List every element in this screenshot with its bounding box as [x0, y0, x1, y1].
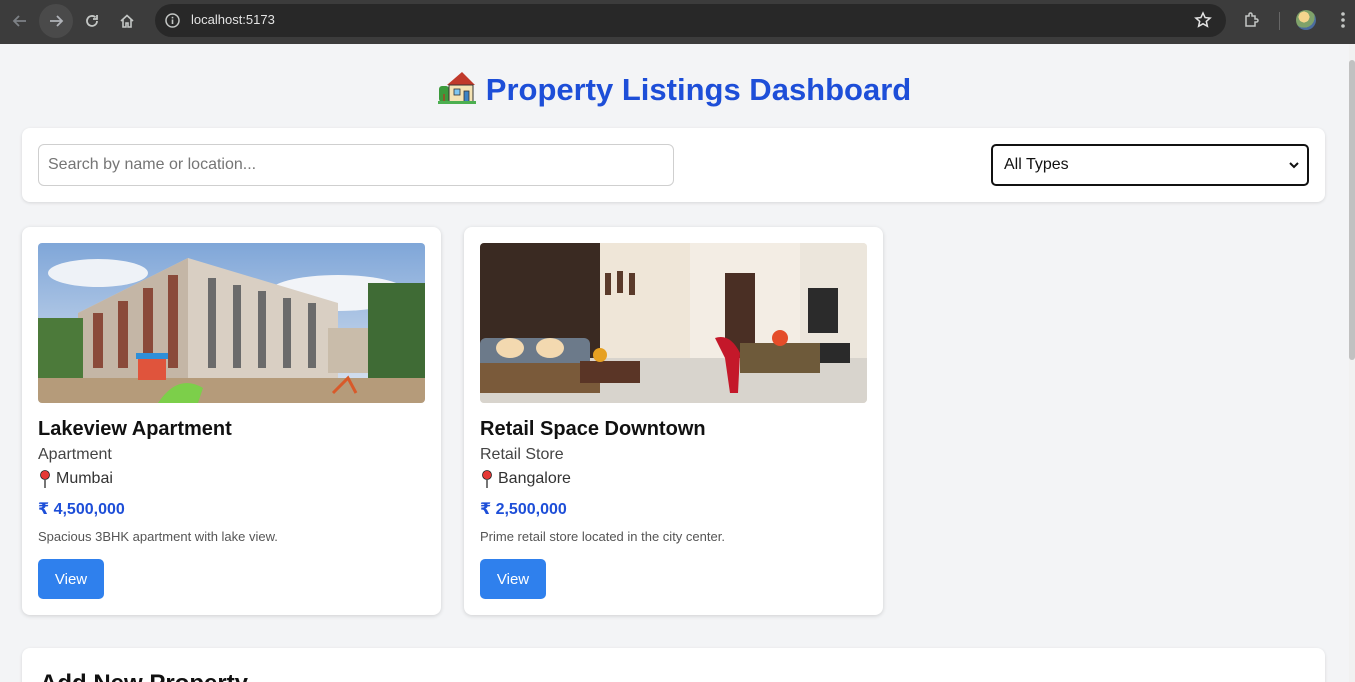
url-text: localhost:5173 — [191, 12, 275, 27]
property-location: Mumbai — [38, 470, 113, 488]
search-input[interactable] — [38, 144, 674, 186]
property-location: Bangalore — [480, 470, 571, 488]
browser-toolbar: localhost:5173 — [0, 0, 1355, 44]
forward-button[interactable] — [39, 4, 73, 38]
property-type: Apartment — [38, 446, 112, 463]
property-name: Lakeview Apartment — [38, 418, 232, 440]
address-bar[interactable]: localhost:5173 — [155, 4, 1226, 37]
property-description: Prime retail store located in the city c… — [480, 529, 725, 544]
page-scrollbar[interactable] — [1349, 44, 1355, 682]
page-title: Property Listings Dashboard — [0, 68, 1349, 112]
property-location-text: Mumbai — [56, 470, 113, 487]
house-with-garden-icon — [437, 68, 476, 112]
page-content: Property Listings Dashboard All Types — [0, 44, 1349, 682]
property-name: Retail Space Downtown — [480, 418, 706, 440]
home-button[interactable] — [110, 4, 144, 38]
add-property-heading: Add New Property — [40, 670, 248, 682]
back-button[interactable] — [3, 4, 37, 38]
type-filter-select[interactable]: All Types — [991, 144, 1309, 186]
add-property-panel: Add New Property — [22, 648, 1325, 682]
page-title-text: Property Listings Dashboard — [485, 72, 912, 107]
toolbar-divider — [1279, 12, 1280, 30]
property-location-text: Bangalore — [498, 470, 571, 487]
profile-avatar[interactable] — [1296, 10, 1316, 30]
reload-button[interactable] — [75, 4, 109, 38]
extensions-puzzle-icon[interactable] — [1242, 10, 1262, 30]
chevron-down-icon — [1289, 162, 1299, 169]
more-menu-icon[interactable] — [1333, 10, 1353, 30]
type-filter-selected: All Types — [1004, 156, 1069, 173]
property-description: Spacious 3BHK apartment with lake view. — [38, 529, 278, 544]
reload-icon — [86, 15, 98, 27]
round-pushpin-icon — [40, 470, 50, 488]
property-card: Retail Space Downtown Retail Store Banga… — [464, 227, 883, 615]
property-price: ₹ 4,500,000 — [38, 501, 125, 518]
back-arrow-icon — [12, 15, 26, 27]
furnished-interior-photo — [480, 243, 867, 403]
round-pushpin-icon — [482, 470, 492, 488]
apartment-building-photo — [38, 243, 425, 403]
property-type: Retail Store — [480, 446, 564, 463]
home-icon — [120, 14, 134, 28]
view-button[interactable]: View — [480, 559, 546, 599]
forward-arrow-icon — [50, 15, 64, 27]
site-info-icon[interactable] — [164, 12, 181, 29]
property-price: ₹ 2,500,000 — [480, 501, 567, 518]
property-card: Lakeview Apartment Apartment Mumbai ₹ 4,… — [22, 227, 441, 615]
bookmark-star-icon[interactable] — [1194, 11, 1212, 29]
filter-bar: All Types — [22, 128, 1325, 202]
scrollbar-thumb[interactable] — [1349, 60, 1355, 360]
view-button[interactable]: View — [38, 559, 104, 599]
